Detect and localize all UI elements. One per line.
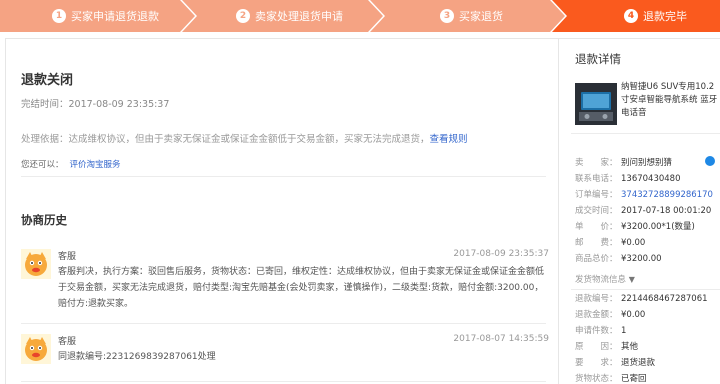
processing-basis-text: 处理依据：达成维权协议，但由于卖家无保证金或保证金金额低于交易金额，买家无法完成… — [21, 134, 430, 145]
unit-price: ¥3200.00*1(数量) — [621, 222, 695, 232]
goods-total: ¥3200.00 — [621, 254, 662, 264]
step-4-label: 退款完毕 — [643, 10, 687, 23]
order-info-row: 成交时间： 2017-07-18 00:01:20 — [575, 203, 720, 219]
logistics-label: 发货物流信息 — [575, 275, 627, 285]
message-divider — [21, 381, 546, 382]
finish-time: 完结时间：2017-08-09 23:35:37 — [21, 99, 170, 110]
step-3-number: 3 — [440, 9, 454, 23]
info-key: 商品总价： — [575, 254, 618, 264]
step-4-number: 4 — [624, 9, 638, 23]
step-1-number: 1 — [52, 9, 66, 23]
step-1: 1 买家申请退货退款 — [52, 0, 159, 32]
caret-down-icon: ▼ — [628, 275, 635, 284]
refund-info-row: 退款金额： ¥0.00 — [575, 307, 720, 323]
refund-amount: ¥0.00 — [621, 310, 646, 320]
history-message: 客服 2017-08-07 14:35:59 同退款编号:22312698392… — [21, 334, 549, 374]
refund-progress-steps: 1 买家申请退货退款 2 卖家处理退货申请 3 买家退货 4 退款完毕 — [0, 0, 720, 32]
order-info-row: 单 价： ¥3200.00*1(数量) — [575, 219, 720, 235]
message-sender: 客服 — [58, 252, 77, 262]
info-key: 成交时间： — [575, 206, 618, 216]
info-key: 货物状态： — [575, 374, 618, 384]
product-thumbnail[interactable] — [575, 83, 617, 125]
step-2-number: 2 — [236, 9, 250, 23]
info-key: 联系电话： — [575, 174, 618, 184]
info-key: 卖 家： — [575, 158, 618, 168]
history-message: 客服 2017-08-09 23:35:37 客服判决，执行方案：驳回售后服务，… — [21, 249, 549, 319]
step-1-label: 买家申请退货退款 — [71, 10, 159, 23]
order-info-list: 卖 家： 别问别想别猜 联系电话： 13670430480 订单编号： 3743… — [575, 155, 720, 267]
info-key: 订单编号： — [575, 190, 618, 200]
product-name-link[interactable]: 纳智捷U6 SUV专用10.2寸安卓智能导航系统 蓝牙电话音 — [621, 81, 720, 120]
refund-detail-panel: 退款详情 纳智捷U6 SUV专用10.2寸安卓智能导航系统 蓝牙电话音 卖 家：… — [558, 38, 720, 384]
info-key: 要 求： — [575, 358, 618, 368]
refund-info-row: 货物状态： 已寄回 — [575, 371, 720, 384]
refund-number: 2214468467287061 — [621, 294, 708, 304]
chat-icon[interactable] — [705, 156, 715, 166]
info-key: 原 因： — [575, 342, 618, 352]
order-info-row: 商品总价： ¥3200.00 — [575, 251, 720, 267]
step-3: 3 买家退货 — [440, 0, 503, 32]
further-actions-label: 您还可以： — [21, 160, 64, 170]
refund-status-title: 退款关闭 — [21, 73, 74, 88]
customer-service-avatar — [21, 334, 51, 364]
item-count: 1 — [621, 326, 627, 336]
info-key: 退款金额： — [575, 310, 618, 320]
goods-status: 已寄回 — [621, 374, 647, 384]
shipping-fee: ¥0.00 — [621, 238, 646, 248]
detail-divider — [571, 133, 720, 134]
refund-info-row: 申请件数： 1 — [575, 323, 720, 339]
order-number-link[interactable]: 37432728899286170 — [621, 187, 713, 203]
info-key: 申请件数： — [575, 326, 618, 336]
contact-phone: 13670430480 — [621, 174, 681, 184]
refund-info-row: 退款编号： 2214468467287061 — [575, 291, 720, 307]
message-body: 客服判决，执行方案：驳回售后服务，货物状态：已寄回，维权定性：达成维权协议，但由… — [58, 267, 545, 309]
info-key: 邮 费： — [575, 238, 618, 248]
seller-name: 别问别想别猜 — [621, 158, 673, 168]
message-time: 2017-08-09 23:35:37 — [453, 249, 549, 259]
refund-info-list: 退款编号： 2214468467287061 退款金额： ¥0.00 申请件数：… — [575, 291, 720, 384]
refund-status-panel: 退款关闭 完结时间：2017-08-09 23:35:37 处理依据：达成维权协… — [5, 38, 558, 384]
refund-reason: 其他 — [621, 342, 639, 352]
info-key: 退款编号： — [575, 294, 618, 304]
order-info-row: 订单编号： 37432728899286170 — [575, 187, 720, 203]
processing-basis: 处理依据：达成维权协议，但由于卖家无保证金或保证金金额低于交易金额，买家无法完成… — [21, 131, 468, 145]
refund-info-row: 要 求： 退货退款 — [575, 355, 720, 371]
view-rules-link[interactable]: 查看规则 — [430, 134, 468, 145]
step-2-label: 卖家处理退货申请 — [255, 10, 343, 23]
step-4: 4 退款完毕 — [624, 0, 687, 32]
step-2: 2 卖家处理退货申请 — [236, 0, 343, 32]
detail-divider — [571, 289, 720, 290]
logistics-toggle[interactable]: 发货物流信息 ▼ — [575, 273, 635, 285]
order-info-row: 卖 家： 别问别想别猜 — [575, 155, 720, 171]
section-divider — [21, 176, 546, 177]
message-body: 同退款编号:2231269839287061处理 — [58, 352, 216, 362]
message-sender: 客服 — [58, 337, 77, 347]
refund-info-row: 原 因： 其他 — [575, 339, 720, 355]
order-info-row: 联系电话： 13670430480 — [575, 171, 720, 187]
deal-time: 2017-07-18 00:01:20 — [621, 206, 712, 216]
refund-request: 退货退款 — [621, 358, 656, 368]
rate-taobao-service-link[interactable]: 评价淘宝服务 — [70, 160, 121, 170]
refund-detail-title: 退款详情 — [575, 52, 621, 66]
step-3-label: 买家退货 — [459, 10, 503, 23]
info-key: 单 价： — [575, 222, 618, 232]
further-actions: 您还可以： 评价淘宝服务 — [21, 158, 121, 170]
message-divider — [21, 323, 546, 324]
negotiation-history-title: 协商历史 — [21, 213, 67, 227]
customer-service-avatar — [21, 249, 51, 279]
message-time: 2017-08-07 14:35:59 — [453, 334, 549, 344]
order-info-row: 邮 费： ¥0.00 — [575, 235, 720, 251]
